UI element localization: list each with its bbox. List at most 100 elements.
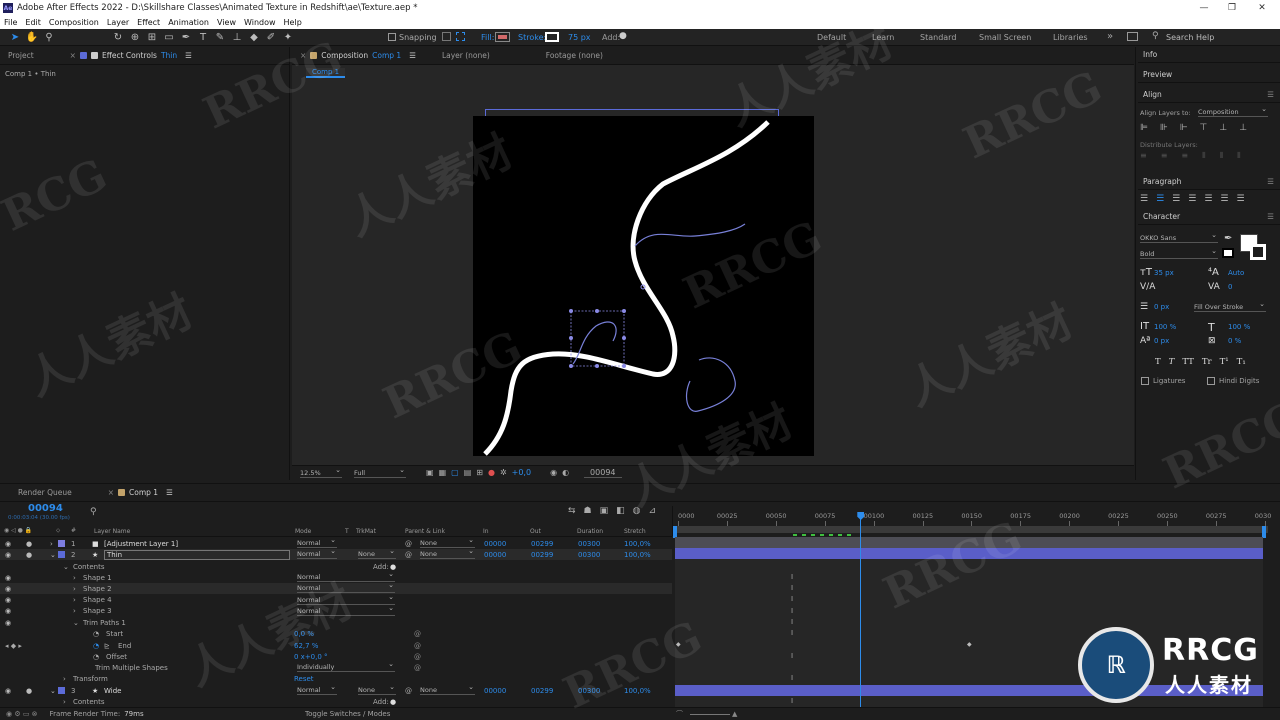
duration-header[interactable]: Duration (577, 528, 603, 535)
in-header[interactable]: In (483, 528, 489, 535)
distribute-right-icon[interactable]: ⦀ (1237, 151, 1241, 161)
stroke-mode-dropdown[interactable]: Fill Over Stroke (1194, 300, 1266, 312)
align-hcenter-icon[interactable]: ⊪ (1160, 123, 1168, 133)
menu-file[interactable]: File (0, 18, 21, 27)
keyframe-icon[interactable]: ◆ (676, 641, 681, 648)
workspace-libraries[interactable]: Libraries (1053, 33, 1088, 42)
in-point[interactable]: 00000 (484, 540, 506, 548)
contents-label[interactable]: Contents (73, 563, 105, 571)
trkmat-header[interactable]: TrkMat (356, 528, 376, 535)
visibility-eye-icon[interactable]: ◉ (5, 619, 11, 627)
shape-group-row[interactable]: ◉ › Shape 4 Normal (0, 593, 672, 606)
distribute-left-icon[interactable]: ⦀ (1202, 151, 1206, 161)
shape-mode-dropdown[interactable]: Normal (297, 593, 395, 605)
shape-group-row[interactable]: ◉ › Shape 2 Normal (0, 581, 672, 595)
shape-name[interactable]: Shape 1 (83, 574, 112, 582)
expression-pickwhip-icon[interactable]: @ (414, 653, 421, 661)
out-header[interactable]: Out (530, 528, 541, 535)
trkmat-dropdown[interactable]: None (358, 547, 396, 559)
timeline-search-input[interactable] (100, 508, 180, 517)
shape-mode-dropdown[interactable]: Normal (297, 570, 395, 582)
eyedropper-icon[interactable]: ✒ (1224, 233, 1232, 244)
maximize-button[interactable]: ❐ (1218, 0, 1246, 16)
show-snapshot-icon[interactable]: ◐ (562, 468, 569, 478)
add-shape-icon[interactable]: ● (619, 31, 627, 41)
grid-guides-icon[interactable]: ⊞ (476, 468, 483, 478)
lock-tab-icon[interactable] (90, 52, 98, 59)
visibility-eye-icon[interactable]: ◉ (5, 585, 11, 593)
trim-paths-row[interactable]: ◉ ⌄ Trim Paths 1 (0, 617, 672, 628)
zoom-in-icon[interactable]: ▲ (732, 710, 737, 718)
type-tool-icon[interactable]: T (196, 30, 210, 44)
comp-mini-flowchart-icon[interactable]: ⇆ (568, 506, 576, 516)
align-right-icon[interactable]: ⊩ (1180, 123, 1188, 133)
expression-pickwhip-icon[interactable]: @ (414, 642, 421, 650)
menu-animation[interactable]: Animation (164, 18, 213, 27)
snap-feather-icon[interactable] (456, 32, 465, 41)
channel-icon[interactable]: ● (488, 468, 495, 478)
layer-name[interactable]: [Adjustment Layer 1] (104, 540, 178, 548)
rotate-tool-icon[interactable]: ↻ (111, 30, 125, 44)
panel-menu-icon[interactable]: ☰ (1267, 212, 1274, 221)
stroke-color-swatch[interactable] (1250, 244, 1266, 260)
font-family-dropdown[interactable]: OKKO Sans (1140, 231, 1218, 243)
align-top-icon[interactable]: ⊤ (1200, 123, 1208, 133)
workspace-learn[interactable]: Learn (872, 33, 894, 42)
in-point[interactable]: 00000 (484, 687, 506, 695)
toggle-switches-modes-button[interactable]: Toggle Switches / Modes (305, 710, 390, 718)
transform-row[interactable]: › Transform Reset (0, 673, 672, 684)
eraser-tool-icon[interactable]: ◆ (247, 30, 261, 44)
layer-marker-icon[interactable]: I (791, 674, 793, 682)
rectangle-tool-icon[interactable]: ▭ (162, 30, 176, 44)
trim-end-value[interactable]: 62,7 % (294, 642, 318, 650)
fill-swatch[interactable] (495, 32, 510, 42)
stopwatch-icon[interactable]: ◔ (93, 630, 99, 638)
motion-blur-icon[interactable]: ◍ (633, 506, 641, 516)
stroke-width-value[interactable]: 75 px (568, 33, 591, 42)
font-style-dropdown[interactable]: Bold (1140, 247, 1218, 259)
snap-option-icon[interactable] (442, 32, 451, 41)
stroke-label[interactable]: Stroke: (518, 33, 546, 42)
trim-multiple-row[interactable]: Trim Multiple Shapes Individually @ (0, 660, 672, 673)
layer-marker-icon[interactable]: I (791, 607, 793, 615)
menu-help[interactable]: Help (280, 18, 306, 27)
composition-canvas[interactable] (473, 116, 814, 456)
magnification-dropdown[interactable]: 12.5% (300, 466, 342, 478)
transform-reset-link[interactable]: Reset (294, 675, 314, 683)
leading-value[interactable]: Auto (1228, 269, 1244, 277)
puppet-pin-icon[interactable]: ✦ (281, 30, 295, 44)
parent-dropdown[interactable]: None (420, 547, 475, 559)
minimize-button[interactable]: — (1190, 0, 1218, 16)
align-vcenter-icon[interactable]: ⊥ (1219, 123, 1227, 133)
region-of-interest-icon[interactable]: ▣ (426, 468, 434, 478)
solo-icon[interactable]: ● (26, 687, 32, 695)
align-left-icon[interactable]: ⊫ (1140, 123, 1148, 133)
justify-right-icon[interactable]: ☰ (1220, 194, 1228, 204)
justify-center-icon[interactable]: ☰ (1204, 194, 1212, 204)
parent-dropdown[interactable]: None (420, 536, 475, 548)
tab-comp-timeline[interactable]: × Comp 1 ☰ (100, 484, 181, 502)
menu-view[interactable]: View (213, 18, 240, 27)
layer-marker-icon[interactable]: I (791, 595, 793, 603)
transform-label[interactable]: Transform (73, 675, 108, 683)
3d-view-icon[interactable]: ▤ (464, 468, 472, 478)
tab-project[interactable]: Project (0, 47, 42, 65)
visibility-eye-icon[interactable]: ◉ (5, 687, 11, 695)
layer-name[interactable]: Thin (104, 549, 290, 560)
faux-bold-button[interactable]: T (1155, 357, 1161, 367)
visibility-eye-icon[interactable]: ◉ (5, 540, 11, 548)
out-point[interactable]: 00299 (531, 551, 553, 559)
distribute-hcenter-icon[interactable]: ⦀ (1220, 151, 1224, 161)
close-tab-icon[interactable]: × (300, 51, 306, 60)
tab-footage[interactable]: Footage (none) (538, 47, 611, 65)
trim-multiple-dropdown[interactable]: Individually (297, 660, 395, 672)
exposure-reset-icon[interactable]: ✲ (500, 468, 507, 478)
horizontal-scale-value[interactable]: 100 % (1228, 323, 1250, 331)
align-text-right-icon[interactable]: ☰ (1172, 194, 1180, 204)
camera-orbit-icon[interactable]: ⊕ (128, 30, 142, 44)
layer-row[interactable]: ◉●›1■[Adjustment Layer 1]Normal@None0000… (0, 536, 672, 549)
viewer-timecode[interactable]: 00094 (584, 468, 622, 478)
expand-chevron-icon[interactable]: ⌄ (50, 687, 56, 695)
tab-effect-controls[interactable]: × Effect Controls Thin ☰ (62, 47, 200, 65)
trim-paths-label[interactable]: Trim Paths 1 (83, 619, 126, 627)
